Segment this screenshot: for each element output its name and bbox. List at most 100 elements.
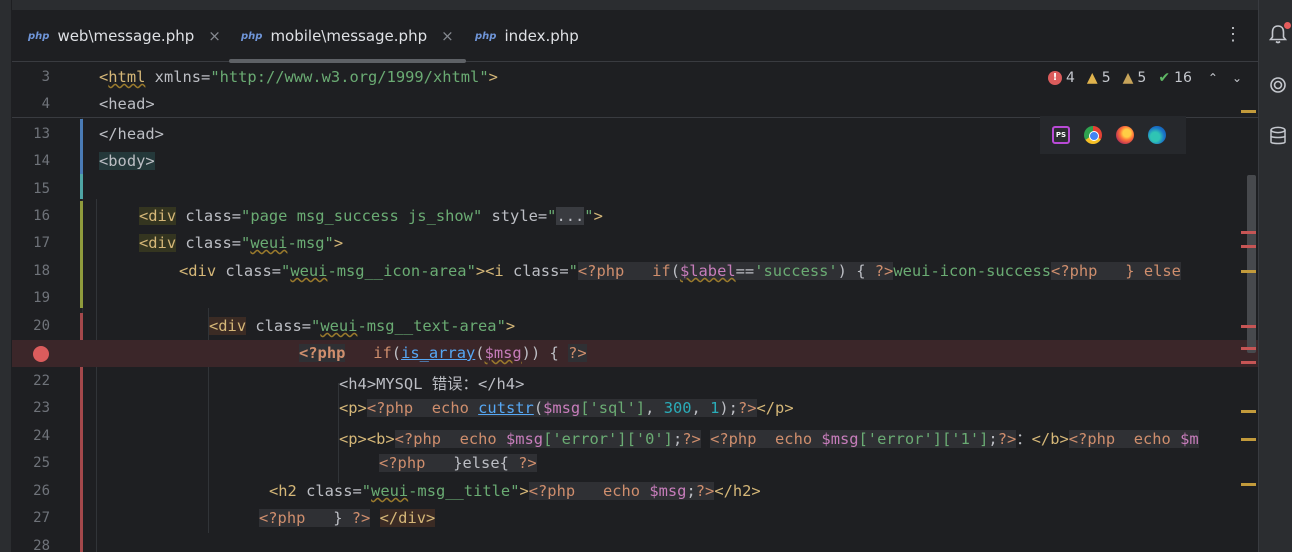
close-icon[interactable]: ×: [441, 27, 454, 45]
tab-web-message-php[interactable]: php web\message.php ×: [28, 10, 221, 62]
token: if: [373, 344, 392, 362]
line-number: 27: [33, 510, 50, 526]
line-content: <head>: [99, 95, 155, 113]
chrome-icon[interactable]: [1084, 126, 1102, 144]
token: html: [108, 68, 146, 86]
token: <: [99, 68, 109, 86]
tab-mobile-message-php[interactable]: php mobile\message.php ×: [229, 10, 466, 63]
code-line[interactable]: 18 <div class="weui-msg__icon-area"><i c…: [12, 258, 1258, 285]
token: <?php: [394, 430, 442, 448]
database-icon[interactable]: [1269, 126, 1287, 151]
code-line[interactable]: 23 <p><?php echo cutstr($msg['sql'], 300…: [12, 395, 1258, 422]
right-tool-strip: [1258, 0, 1292, 552]
token: <?php: [299, 344, 346, 362]
token: weui: [371, 482, 409, 500]
errors-count: 4: [1066, 70, 1075, 86]
code-line[interactable]: 4 <head>: [12, 91, 1258, 118]
weak-warning-icon: ▲: [1122, 70, 1134, 86]
warning-marker[interactable]: [1241, 110, 1256, 113]
token: ": [568, 262, 578, 280]
line-content: <div class="weui-msg">: [139, 234, 343, 252]
tab-label: mobile\message.php: [270, 27, 428, 45]
token: class=: [246, 317, 312, 335]
code-line[interactable]: 16 <div class="page msg_success js_show"…: [12, 203, 1258, 230]
error-marker[interactable]: [1241, 361, 1256, 364]
warning-marker[interactable]: [1241, 438, 1256, 441]
error-marker[interactable]: [1241, 347, 1256, 350]
token: ['1']: [942, 430, 989, 448]
token: <div: [139, 234, 177, 252]
line-number: 19: [33, 290, 50, 306]
tab-label: index.php: [504, 27, 579, 45]
code-line[interactable]: 19: [12, 285, 1258, 312]
token: <?php: [577, 262, 625, 280]
ai-assistant-icon[interactable]: [1269, 76, 1287, 99]
token: class=: [176, 234, 242, 252]
line-number: 15: [33, 181, 50, 197]
token: class=: [296, 482, 362, 500]
left-tool-strip: [0, 0, 12, 552]
warnings-indicator[interactable]: ▲ 5: [1087, 70, 1111, 86]
code-line[interactable]: 24 <p><b><?php echo $msg['error']['0'];?…: [12, 423, 1258, 450]
warnings-count: 5: [1101, 70, 1111, 86]
token: <?php: [528, 482, 576, 500]
code-line[interactable]: 15: [12, 176, 1258, 203]
breakpoint-icon[interactable]: [33, 346, 49, 362]
errors-indicator[interactable]: ! 4: [1048, 70, 1075, 86]
token: >: [488, 68, 498, 86]
line-number: 14: [33, 153, 50, 169]
phpstorm-icon[interactable]: PS: [1052, 126, 1070, 144]
token: 1: [710, 399, 720, 417]
code-editor[interactable]: 3 <html xmlns="http://www.w3.org/1999/xh…: [12, 63, 1258, 552]
tab-index-php[interactable]: php index.php: [475, 10, 579, 62]
close-icon[interactable]: ×: [208, 27, 221, 45]
code-line[interactable]: 20 <div class="weui-msg__text-area">: [12, 313, 1258, 340]
token: <div: [179, 262, 217, 280]
warning-marker[interactable]: [1241, 410, 1256, 413]
code-line[interactable]: 25 <?php }else{ ?>: [12, 450, 1258, 477]
token: ><i: [475, 262, 504, 280]
token: ": [584, 207, 594, 225]
line-content: <div class="weui-msg__icon-area"><i clas…: [179, 262, 1181, 280]
line-number: 25: [33, 455, 50, 471]
error-marker[interactable]: [1241, 231, 1256, 234]
line-number: 16: [33, 208, 50, 224]
php-file-icon: php: [475, 30, 497, 42]
warning-marker[interactable]: [1241, 483, 1256, 486]
code-line-breakpoint[interactable]: 21 <?php if(is_array($msg)) { ?>: [12, 340, 1258, 367]
error-marker[interactable]: [1241, 325, 1256, 328]
php-file-icon: php: [28, 30, 50, 42]
warning-marker[interactable]: [1241, 270, 1256, 273]
token: (: [391, 344, 402, 362]
previous-highlight-icon[interactable]: ⌃: [1208, 71, 1218, 85]
token: </div>: [379, 509, 436, 527]
error-icon: !: [1048, 71, 1062, 85]
token: ": [241, 234, 251, 252]
token: cutstr: [478, 399, 534, 417]
code-line[interactable]: 27 <?php } ?> </div>: [12, 505, 1258, 532]
folded-region[interactable]: ...: [556, 207, 585, 225]
edge-icon[interactable]: [1148, 126, 1166, 144]
typos-indicator[interactable]: ✔ 16: [1158, 70, 1192, 86]
code-line[interactable]: 28: [12, 533, 1258, 552]
token: ?>: [682, 430, 701, 448]
code-line[interactable]: 17 <div class="weui-msg">: [12, 230, 1258, 257]
inspection-widget[interactable]: ! 4 ▲ 5 ▲ 5 ✔ 16 ⌃ ⌄: [1048, 70, 1252, 86]
line-content: <h4>MYSQL 错误：</h4>: [339, 375, 525, 393]
more-options-icon[interactable]: ⋮: [1224, 24, 1242, 45]
firefox-icon[interactable]: [1116, 126, 1134, 144]
error-marker[interactable]: [1241, 245, 1256, 248]
code-line[interactable]: 22 <h4>MYSQL 错误：</h4>: [12, 368, 1258, 395]
line-content: <html xmlns="http://www.w3.org/1999/xhtm…: [99, 68, 498, 86]
token: ?>: [737, 399, 757, 417]
token: <div: [139, 207, 177, 225]
weak-warnings-indicator[interactable]: ▲ 5: [1123, 70, 1147, 86]
token: }: [305, 509, 352, 527]
code-line[interactable]: 26 <h2 class="weui-msg__title"><?php ech…: [12, 478, 1258, 505]
next-highlight-icon[interactable]: ⌄: [1232, 71, 1242, 85]
line-number: 4: [41, 96, 50, 112]
token: $msg: [484, 344, 522, 362]
line-number: 22: [33, 373, 50, 389]
token: (: [533, 399, 544, 417]
